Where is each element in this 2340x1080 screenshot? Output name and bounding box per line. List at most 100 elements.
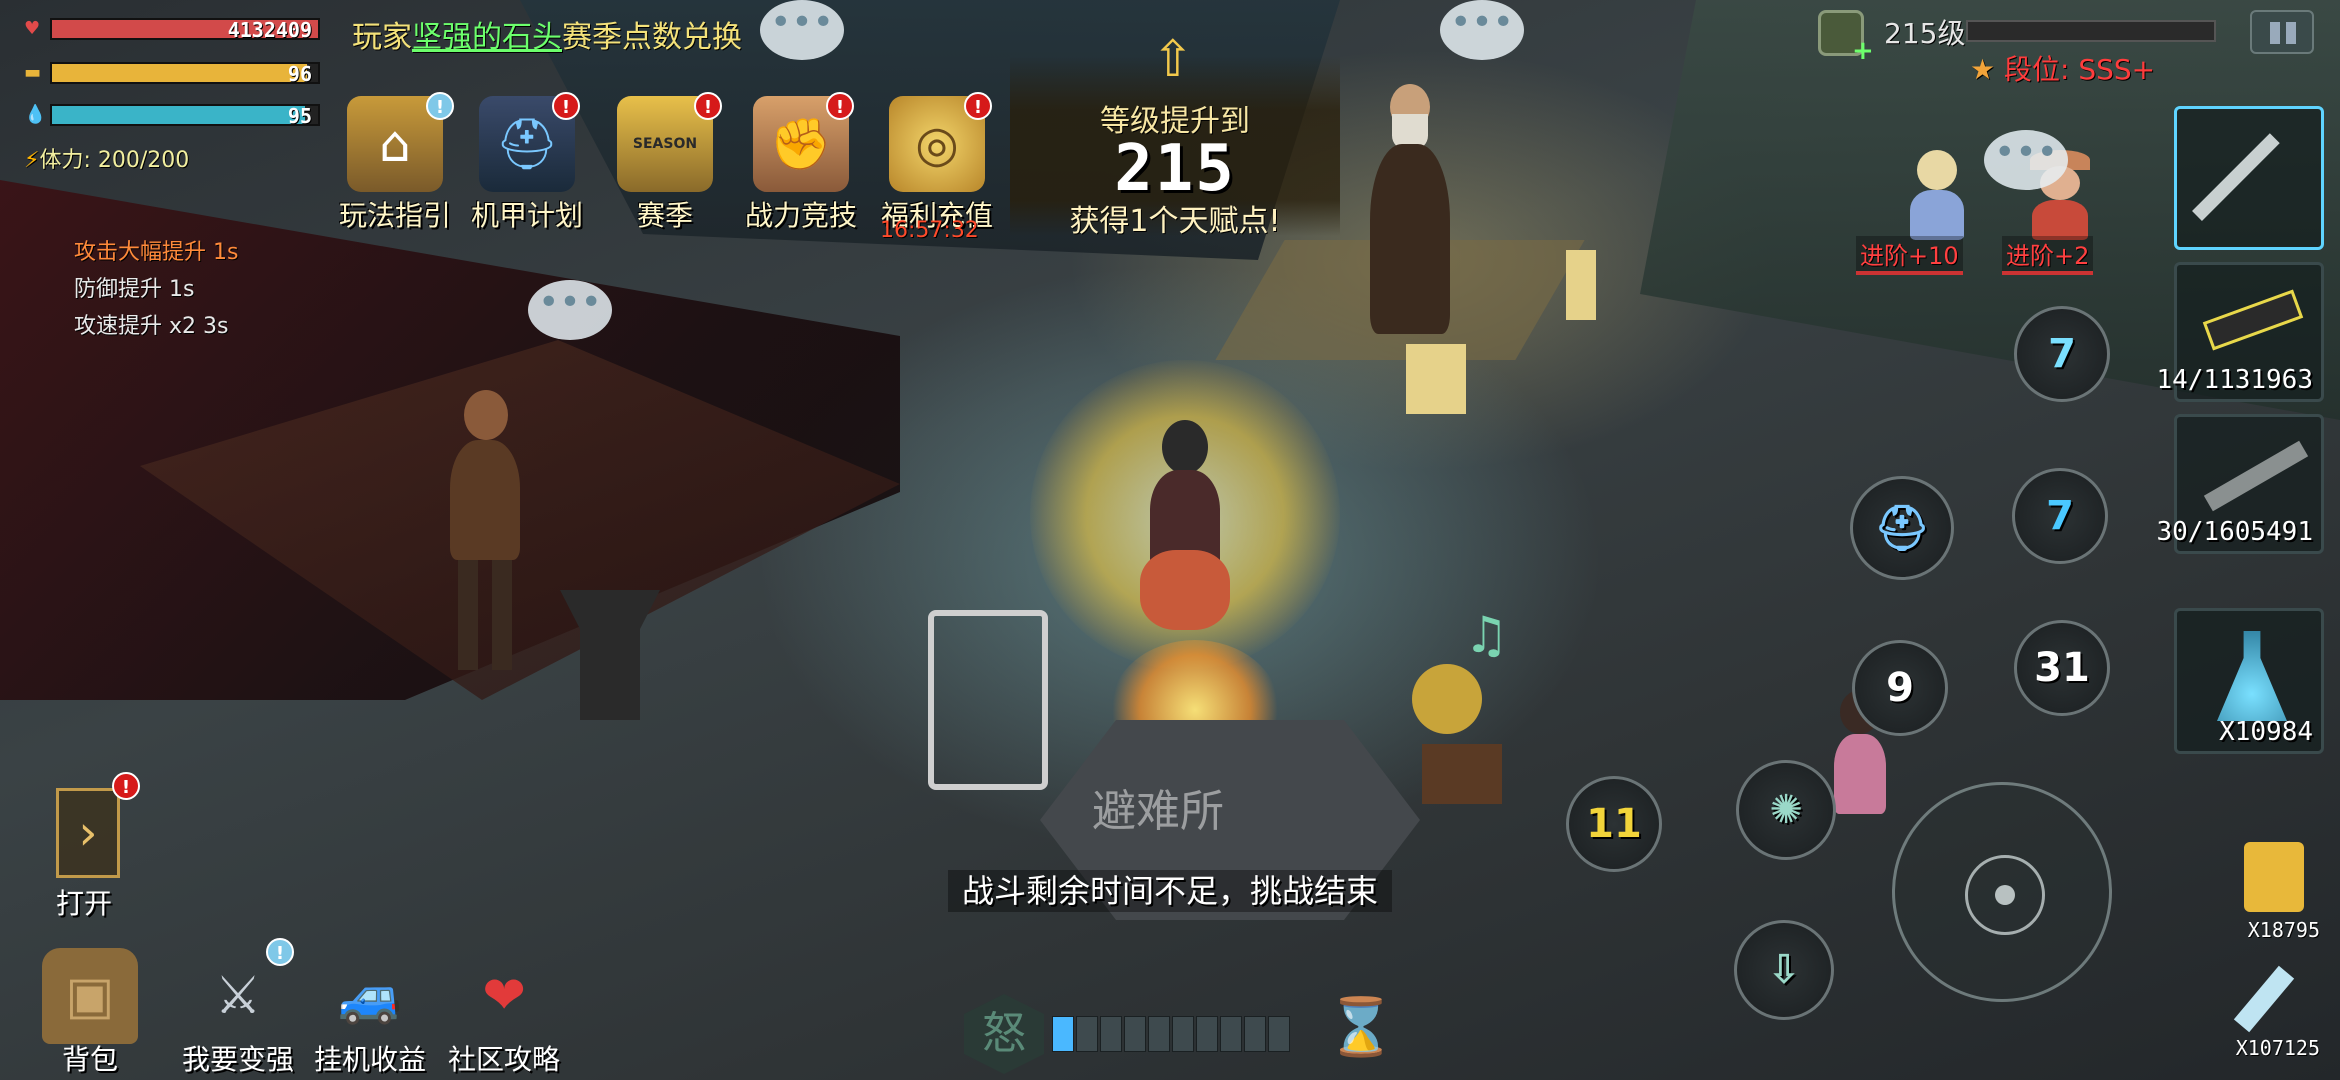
skill-shield-button[interactable]: 31 <box>2014 620 2110 716</box>
hp-bar: 4132409 <box>50 18 320 42</box>
chat-bubble-icon[interactable]: ••• <box>1440 0 1524 60</box>
gramophone <box>1412 664 1512 814</box>
buff-list: 攻击大幅提升 1s 防御提升 1s 攻速提升 x2 3s <box>74 234 238 345</box>
menu-label: 机甲计划 <box>470 199 583 232</box>
menu-community[interactable]: ❤ 社区攻略 <box>444 948 564 1076</box>
rage-icon: 怒 <box>964 994 1044 1074</box>
rage-segment <box>1172 1016 1194 1052</box>
menu-label: 背包 <box>61 1043 118 1076</box>
buff-item: 攻击大幅提升 1s <box>74 240 239 265</box>
water-fill <box>52 106 305 124</box>
rage-segment <box>1268 1016 1290 1052</box>
chair <box>928 610 1048 790</box>
announcement-marquee: 玩家坚强的石头赛季点数兑换 <box>352 12 782 56</box>
water-drop-icon: 💧 <box>24 104 47 125</box>
menu-arena[interactable]: ✊ 战力竞技 ! <box>736 92 866 234</box>
skill-blue-button[interactable]: 7 <box>2012 468 2108 564</box>
player-character[interactable] <box>1140 420 1230 640</box>
backpack-icon: ▣ <box>42 948 138 1044</box>
pause-bar <box>2286 22 2296 44</box>
rage-segment <box>1052 1016 1074 1052</box>
menu-label: 赛季 <box>636 199 693 232</box>
machete-icon <box>2192 133 2280 221</box>
alert-badge: ! <box>112 772 140 800</box>
stamina-value: 体力: 200/200 <box>39 148 190 173</box>
menu-idle-income[interactable]: 🚙 挂机收益 <box>310 948 430 1077</box>
rage-segment <box>1244 1016 1266 1052</box>
alert-badge: ! <box>826 92 854 120</box>
skill-yellow-shield-button[interactable]: 11 <box>1566 776 1662 872</box>
water-bar: 95 <box>50 104 320 128</box>
alert-badge: ! <box>694 92 722 120</box>
weapon-slot-rifle[interactable]: 30/1605491 <box>2156 414 2324 554</box>
rage-segment <box>1220 1016 1242 1052</box>
candle <box>1566 250 1596 320</box>
menu-season[interactable]: SEASON 赛季 ! <box>600 92 730 234</box>
potion-flask-icon <box>2217 631 2287 721</box>
menu-guide[interactable]: ⌂ 玩法指引 ! <box>330 92 460 234</box>
blacksmith-npc[interactable] <box>440 390 530 680</box>
menu-label: 挂机收益 <box>313 1043 426 1076</box>
food-value: 96 <box>287 62 312 86</box>
weapon-slot-heavy-gun[interactable]: 14/1131963 <box>2156 262 2324 402</box>
car-icon: 🚙 <box>337 966 403 1027</box>
rank-value: 段位: SSS+ <box>2004 53 2156 86</box>
weapon-slot-machete[interactable] <box>2174 106 2324 250</box>
level-up-number: 215 <box>1114 132 1236 206</box>
marquee-suffix: 赛季点数兑换 <box>562 20 742 55</box>
food-bar: 96 <box>50 62 320 86</box>
add-icon[interactable]: + <box>1852 36 1874 66</box>
menu-backpack[interactable]: ▣ 背包 <box>30 948 150 1076</box>
skill-mech-button[interactable]: ⛑ <box>1850 476 1954 580</box>
rank-text: ★ 段位: SSS+ <box>1970 48 2155 88</box>
item-count: X107125 <box>2235 1036 2320 1060</box>
heart-hand-icon: ❤ <box>482 966 526 1026</box>
expand-arrow-icon[interactable]: › <box>56 788 120 878</box>
rage-segment <box>1124 1016 1146 1052</box>
heart-icon: ♥ <box>24 18 41 39</box>
hp-value: 4132409 <box>227 18 312 42</box>
skill-dash-button[interactable]: 7 <box>2014 306 2110 402</box>
rage-segment <box>1076 1016 1098 1052</box>
rage-bar: 怒 <box>964 994 1324 1074</box>
battle-message-text: 战斗剩余时间不足，挑战结束 <box>947 870 1392 912</box>
chat-bubble-icon[interactable]: ••• <box>1984 130 2068 190</box>
pause-bar <box>2270 22 2280 44</box>
menu-recharge[interactable]: ◎ 福利充值 ! <box>872 92 1002 234</box>
pause-button[interactable] <box>2250 10 2314 54</box>
item-slot-potion[interactable]: X10984 <box>2174 608 2324 754</box>
buff-item: 攻速提升 x2 3s <box>74 314 229 339</box>
level-panel[interactable]: + 215级 <box>1818 10 2238 66</box>
player-level: 215级 <box>1884 17 1966 50</box>
menu-label: 玩法指引 <box>338 199 451 232</box>
candle <box>1406 344 1466 414</box>
info-badge: ! <box>266 938 294 966</box>
marquee-player-link[interactable]: 坚强的石头 <box>412 20 562 55</box>
recharge-timer: 16:57:32 <box>880 218 979 243</box>
rage-segment <box>1100 1016 1122 1052</box>
skill-lotus-down-button[interactable]: ⇩ <box>1734 920 1834 1020</box>
rage-segment <box>1196 1016 1218 1052</box>
skill-lotus-button[interactable]: ✺ <box>1736 760 1836 860</box>
chat-bubble-icon[interactable]: ••• <box>528 280 612 340</box>
npc-tag: 进阶+2 <box>2002 236 2094 275</box>
shop-npc-blonde[interactable] <box>1902 150 1972 240</box>
skill-claw-button[interactable]: 9 <box>1852 640 1948 736</box>
item-count: X18795 <box>2247 918 2320 942</box>
level-up-banner: ⇧ 等级提升到 215 获得1个天赋点! <box>1010 30 1340 239</box>
npc-tag: 进阶+10 <box>1856 236 1963 275</box>
menu-mech[interactable]: ⛑ 机甲计划 ! <box>462 92 592 234</box>
food-icon: ▬ <box>24 62 42 83</box>
ammo-count: 30/1605491 <box>2156 517 2313 547</box>
priest-npc[interactable] <box>1360 84 1460 334</box>
menu-upgrade[interactable]: ⚔ 我要变强 ! <box>178 938 298 1076</box>
water-value: 95 <box>287 104 312 128</box>
alert-badge: ! <box>552 92 580 120</box>
level-up-arrow-icon: ⇧ <box>1152 30 1194 88</box>
rifle-icon <box>2203 440 2309 512</box>
level-up-reward: 获得1个天赋点! <box>1069 204 1281 239</box>
consumable-water[interactable]: X107125 <box>2224 960 2320 1060</box>
marquee-prefix: 玩家 <box>352 20 412 55</box>
star-icon: ★ <box>1970 53 1996 86</box>
menu-label: 战力竞技 <box>744 199 857 232</box>
